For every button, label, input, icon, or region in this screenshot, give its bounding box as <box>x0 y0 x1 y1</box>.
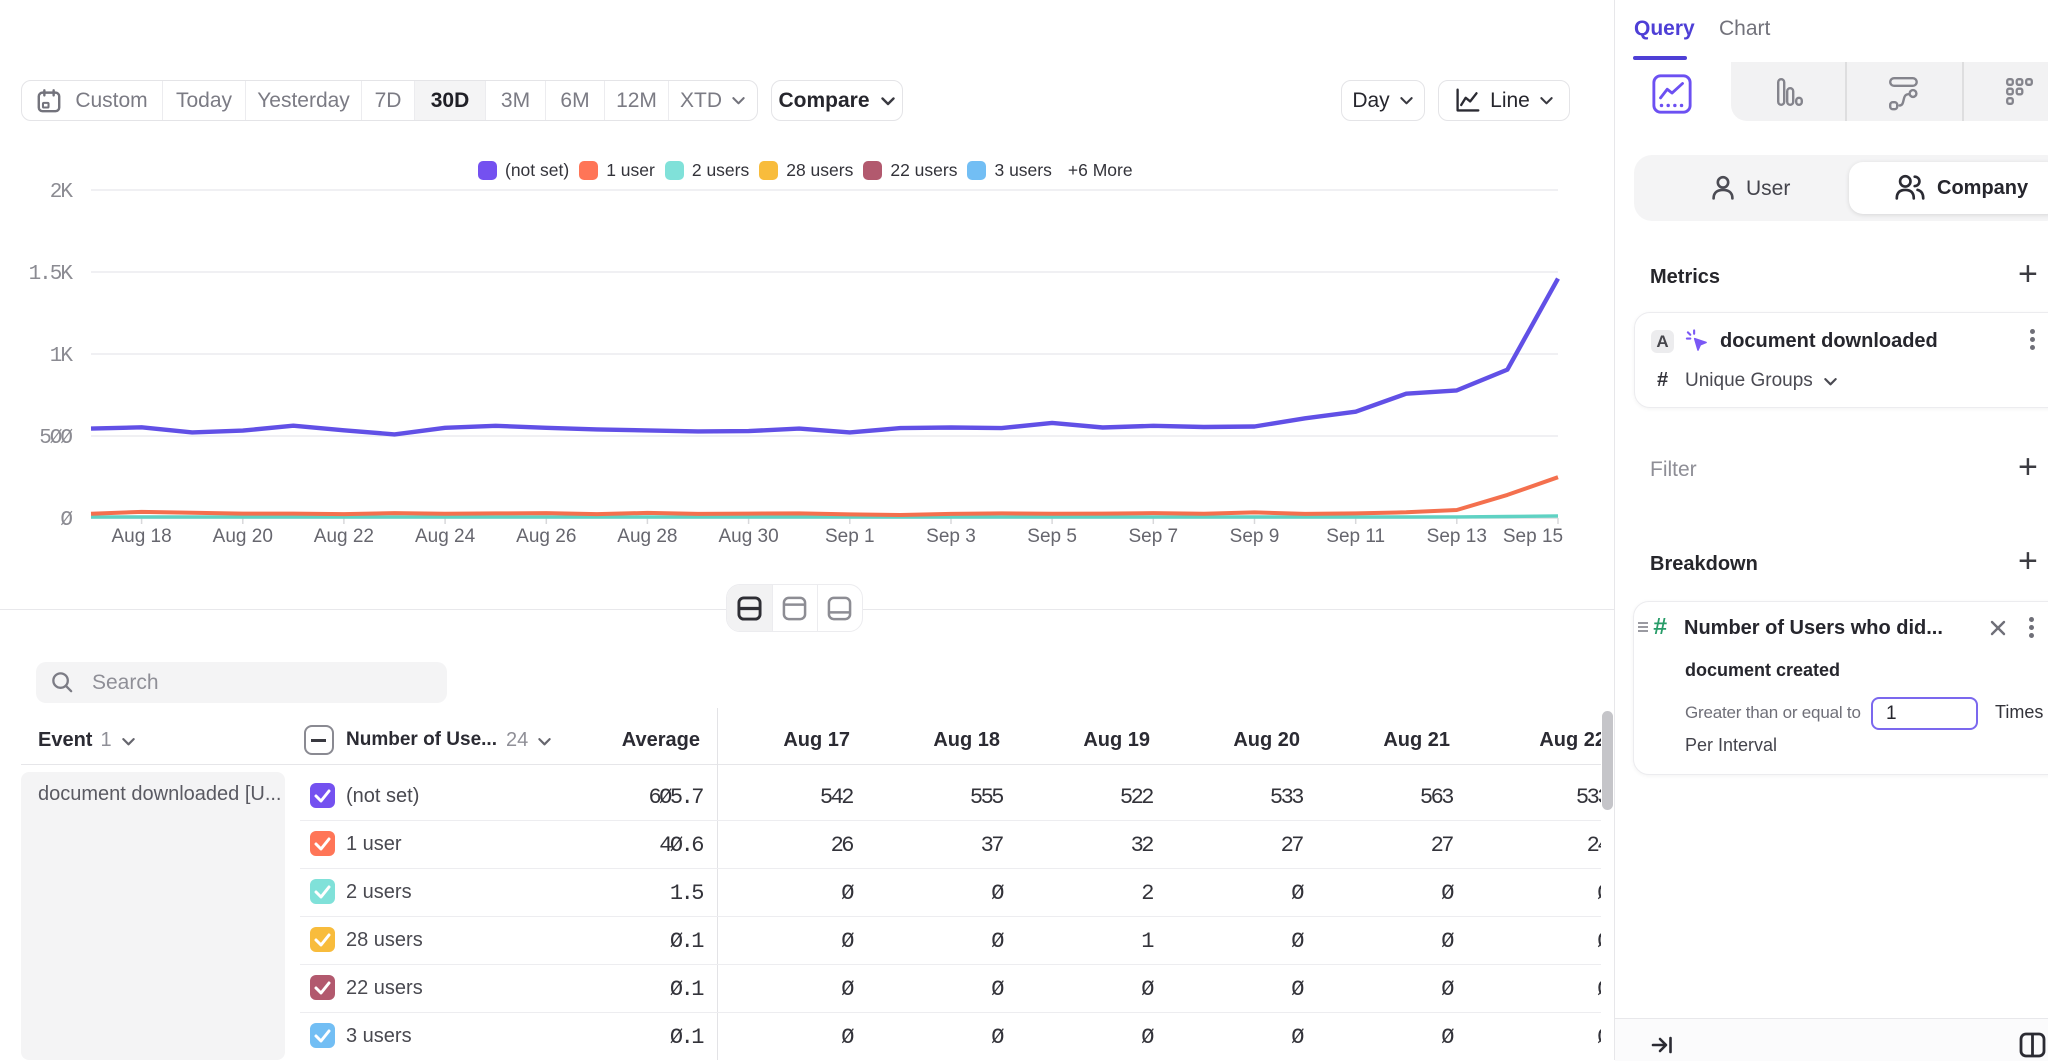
svg-text:Ø: Ø <box>60 509 72 532</box>
svg-text:Sep 7: Sep 7 <box>1128 526 1178 547</box>
svg-text:1.5K: 1.5K <box>29 263 74 286</box>
svg-text:5ØØ: 5ØØ <box>39 427 72 450</box>
svg-text:Aug 24: Aug 24 <box>415 526 476 547</box>
svg-text:Sep 1: Sep 1 <box>825 526 875 547</box>
svg-text:Aug 26: Aug 26 <box>516 526 576 547</box>
svg-text:Sep 11: Sep 11 <box>1326 526 1385 547</box>
svg-text:Sep 13: Sep 13 <box>1427 526 1487 547</box>
svg-text:Aug 30: Aug 30 <box>718 526 778 547</box>
svg-text:Sep 9: Sep 9 <box>1230 526 1280 547</box>
svg-text:Sep 5: Sep 5 <box>1027 526 1077 547</box>
svg-text:2K: 2K <box>50 181 74 204</box>
svg-text:Aug 20: Aug 20 <box>213 526 273 547</box>
svg-text:Aug 22: Aug 22 <box>314 526 374 547</box>
svg-text:Aug 28: Aug 28 <box>617 526 677 547</box>
svg-text:Sep 3: Sep 3 <box>926 526 976 547</box>
svg-text:Aug 18: Aug 18 <box>111 526 171 547</box>
svg-text:Sep 15: Sep 15 <box>1503 526 1563 547</box>
svg-text:1K: 1K <box>50 345 74 368</box>
